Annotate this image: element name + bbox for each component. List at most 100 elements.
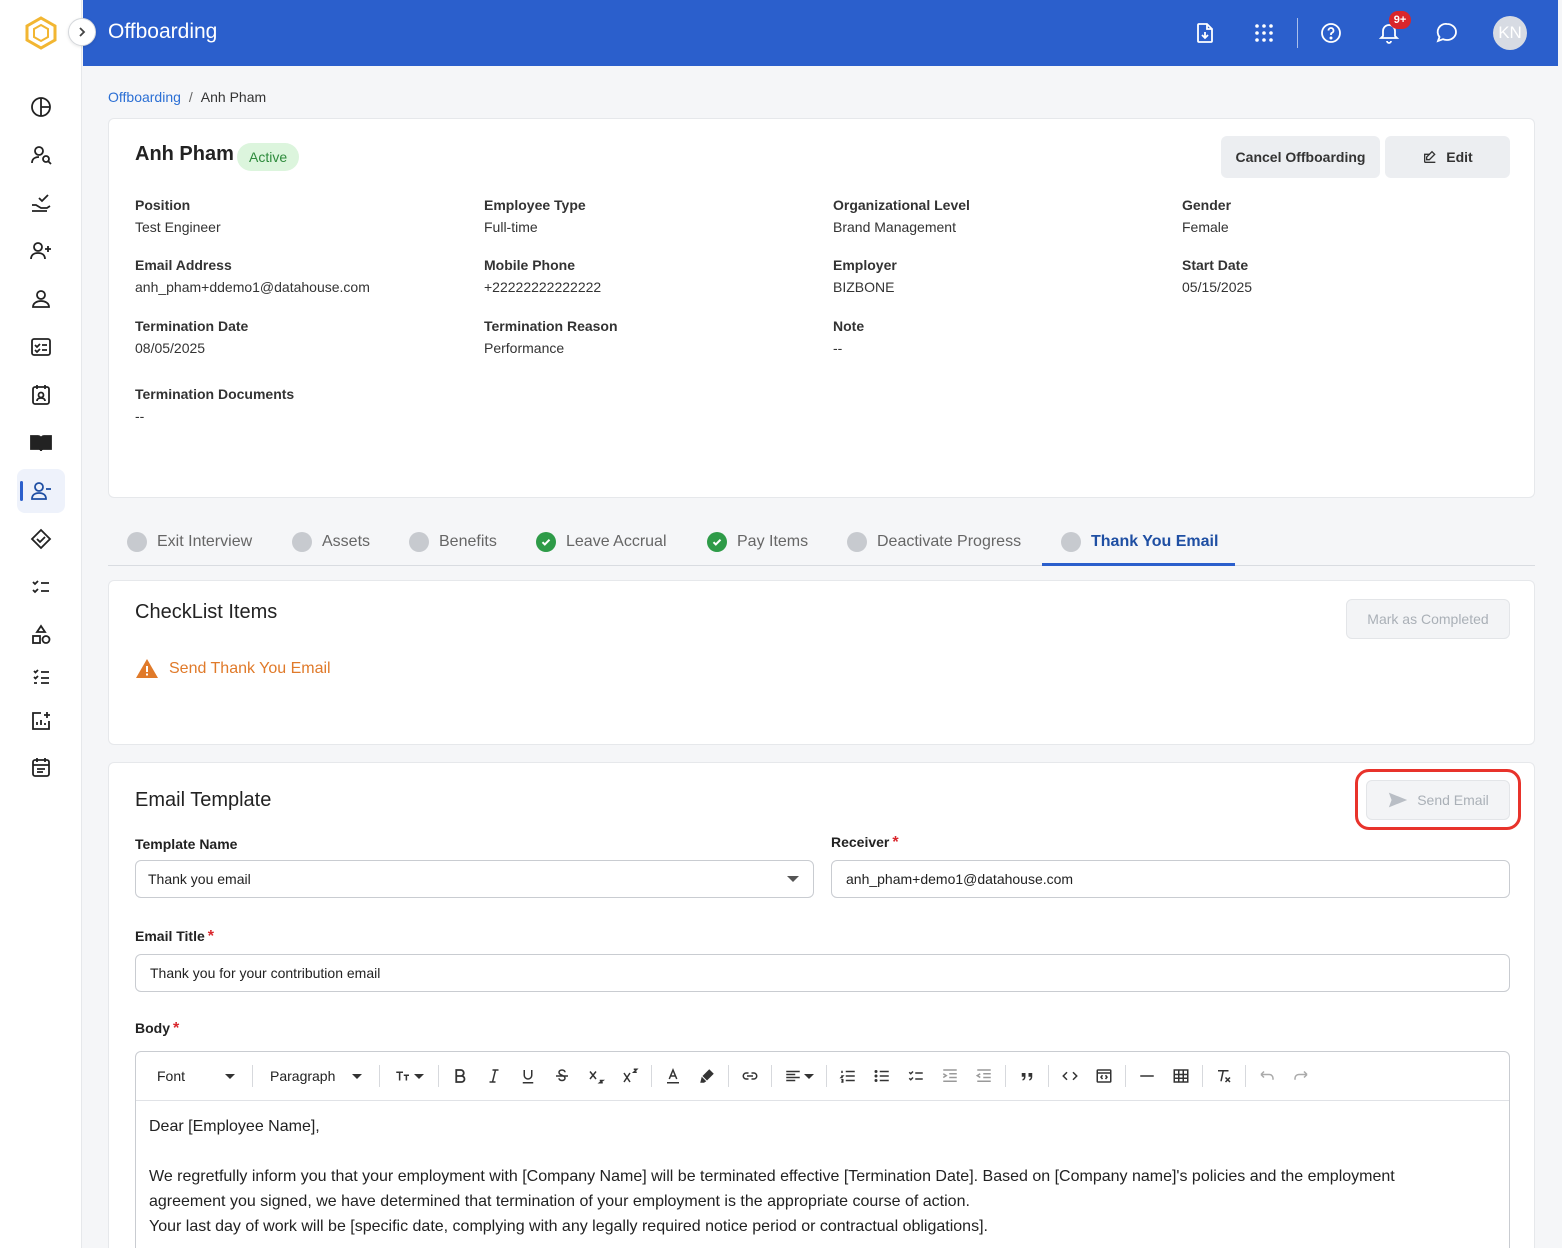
bold-icon [455,1069,466,1083]
undo-button[interactable] [1250,1061,1284,1091]
edit-label: Edit [1446,149,1473,165]
italic-button[interactable] [477,1061,511,1091]
sidebar-item-approvals[interactable] [17,181,65,225]
ordered-list-button[interactable] [831,1061,865,1091]
field-value: Brand Management [833,219,956,235]
blockquote-button[interactable] [1010,1061,1044,1091]
email-template-title: Email Template [135,789,272,811]
mark-as-completed-button[interactable]: Mark as Completed [1346,599,1510,639]
strikethrough-button[interactable] [545,1061,579,1091]
sidebar-item-attendance[interactable] [17,373,65,417]
sidebar-item-reviews[interactable] [17,655,65,699]
help-button[interactable] [1317,19,1345,47]
sidebar-item-schedule[interactable] [17,745,65,789]
field-label: Start Date [1182,257,1249,273]
sidebar-item-benefits[interactable] [17,517,65,561]
bullet-list-button[interactable] [865,1061,899,1091]
chat-button[interactable] [1433,19,1461,47]
grid-dots-icon [1255,24,1273,42]
field-termination-date: Termination Date 08/05/2025 [135,318,248,356]
sidebar-item-onboarding[interactable] [17,229,65,273]
undo-icon [1260,1070,1274,1080]
outdent-icon [975,1069,991,1082]
sidebar-item-checklists[interactable] [17,565,65,609]
align-left-icon [786,1070,800,1082]
tab-benefits[interactable]: Benefits [409,518,497,566]
edit-button[interactable]: Edit [1385,136,1510,178]
toolbar-separator [728,1065,729,1087]
superscript-button[interactable] [613,1061,647,1091]
quote-icon [1021,1073,1033,1081]
align-button[interactable] [776,1061,822,1091]
cancel-offboarding-button[interactable]: Cancel Offboarding [1221,136,1380,178]
toolbar-separator [826,1065,827,1087]
active-tab-indicator [1042,563,1235,566]
code-block-button[interactable] [1087,1061,1121,1091]
sidebar-item-handbook[interactable] [17,421,65,465]
tab-exit-interview[interactable]: Exit Interview [127,518,252,566]
sidebar-item-assets[interactable] [17,613,65,657]
tab-deactivate-progress[interactable]: Deactivate Progress [847,518,1021,566]
editor-content[interactable]: Dear [Employee Name], We regretfully inf… [149,1114,1469,1239]
subscript-button[interactable] [579,1061,613,1091]
tab-thank-you-email[interactable]: Thank You Email [1061,518,1218,566]
download-doc-button[interactable] [1191,19,1219,47]
toolbar-separator [252,1065,253,1087]
avatar[interactable]: KN [1493,16,1527,50]
font-size-button[interactable] [384,1061,434,1091]
outdent-button[interactable] [967,1061,1001,1091]
calendar-icon [32,758,50,777]
template-name-select[interactable]: Thank you email [135,860,814,898]
caret-down-icon [414,1073,424,1079]
sidebar-item-offboarding[interactable] [17,469,65,513]
sidebar-item-tasks[interactable] [17,325,65,369]
email-title-input[interactable]: Thank you for your contribution email [135,954,1510,992]
tab-leave-accrual[interactable]: Leave Accrual [536,518,667,566]
body-label: Body * [135,1020,179,1038]
field-employer: Employer BIZBONE [833,257,897,295]
code-button[interactable] [1053,1061,1087,1091]
todo-list-button[interactable] [899,1061,933,1091]
book-open-icon [30,435,52,452]
breadcrumb-root-link[interactable]: Offboarding [108,89,181,105]
receiver-input[interactable]: anh_pham+demo1@datahouse.com [831,860,1510,898]
field-value: -- [833,340,843,356]
highlight-button[interactable] [690,1061,724,1091]
redo-button[interactable] [1284,1061,1318,1091]
checklist-item[interactable]: Send Thank You Email [135,657,331,681]
paragraph-select[interactable]: Paragraph [257,1068,375,1084]
toolbar-separator [1048,1065,1049,1087]
link-button[interactable] [733,1061,767,1091]
user-minus-icon [31,482,51,500]
field-termination-documents: Termination Documents -- [135,386,294,424]
tab-assets[interactable]: Assets [292,518,370,566]
field-note: Note -- [833,318,864,356]
horizontal-line-button[interactable] [1130,1061,1164,1091]
indent-button[interactable] [933,1061,967,1091]
tab-pay-items[interactable]: Pay Items [707,518,808,566]
sidebar-expand-button[interactable] [68,18,96,46]
toolbar-separator [438,1065,439,1087]
field-label: Organizational Level [833,197,970,213]
bold-button[interactable] [443,1061,477,1091]
sidebar-item-employees[interactable] [17,277,65,321]
text-color-button[interactable] [656,1061,690,1091]
topbar: Offboarding 9+ KN [83,0,1558,66]
sidebar-item-reports[interactable] [17,699,65,743]
underline-button[interactable] [511,1061,545,1091]
help-circle-icon [1321,23,1341,43]
table-button[interactable] [1164,1061,1198,1091]
text-color-icon [667,1068,679,1084]
field-label: Employer [833,257,897,273]
user-search-icon [31,146,52,165]
sidebar-item-dashboard[interactable] [17,85,65,129]
apps-button[interactable] [1250,19,1278,47]
font-select[interactable]: Font [144,1068,248,1084]
sidebar-item-recruiting[interactable] [17,133,65,177]
field-org-level: Organizational Level Brand Management [833,197,970,235]
clear-format-button[interactable] [1207,1061,1241,1091]
app-logo[interactable] [24,16,58,50]
handshake-icon [30,528,52,550]
field-label: Note [833,318,865,334]
toolbar-separator [379,1065,380,1087]
